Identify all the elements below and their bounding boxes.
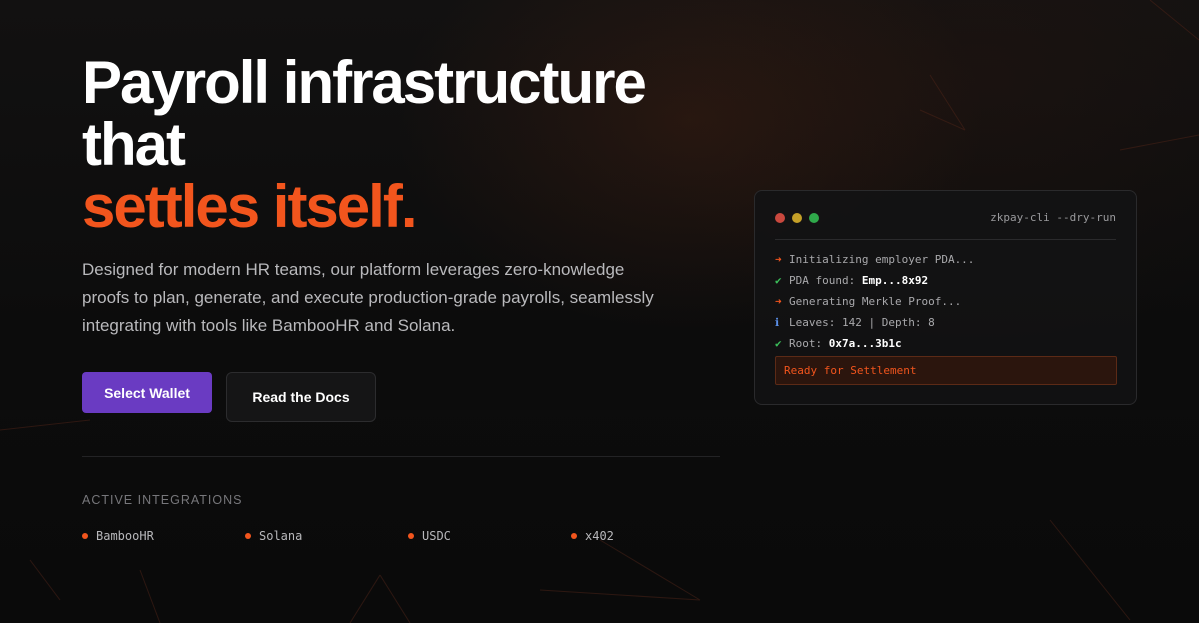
info-icon: ℹ [775, 316, 780, 329]
read-docs-button[interactable]: Read the Docs [226, 372, 376, 422]
terminal-text: PDA found: [789, 274, 862, 287]
section-divider [82, 456, 720, 457]
integration-usdc: USDC [408, 529, 451, 543]
terminal-window: zkpay-cli --dry-run ➜ Initializing employ… [754, 190, 1137, 405]
integration-label: BambooHR [96, 529, 154, 543]
terminal-value: 0x7a...3b1c [828, 337, 902, 350]
settlement-status-badge: Ready for Settlement [775, 356, 1117, 385]
terminal-line: ➜ Initializing employer PDA... [775, 253, 974, 266]
integration-x402: x402 [571, 529, 614, 543]
terminal-text: Generating Merkle Proof... [789, 295, 962, 308]
terminal-text: Initializing employer PDA... [789, 253, 975, 266]
status-dot-icon [245, 533, 251, 539]
status-dot-icon [82, 533, 88, 539]
arrow-icon: ➜ [775, 295, 782, 308]
terminal-text: Leaves: 142 | Depth: 8 [789, 316, 935, 329]
integration-solana: Solana [245, 529, 302, 543]
headline-line-2: that [82, 111, 186, 178]
terminal-text: Root: [789, 337, 829, 350]
status-dot-icon [571, 533, 577, 539]
terminal-header: zkpay-cli --dry-run [775, 191, 1116, 240]
headline-accent: settles itself. [82, 173, 418, 240]
check-icon: ✔ [775, 274, 782, 287]
integration-bamboohr: BambooHR [82, 529, 154, 543]
select-wallet-button[interactable]: Select Wallet [82, 372, 212, 413]
terminal-title: zkpay-cli --dry-run [990, 211, 1116, 224]
hero-subtitle: Designed for modern HR teams, our platfo… [82, 260, 654, 335]
integration-label: x402 [585, 529, 614, 543]
integration-label: Solana [259, 529, 303, 543]
headline-line-1: Payroll infrastructure [82, 49, 647, 116]
hero-headline: Payroll infrastructure that settles itse… [82, 52, 702, 238]
terminal-line: ℹ Leaves: 142 | Depth: 8 [775, 316, 935, 329]
integrations-heading: ACTIVE INTEGRATIONS [82, 493, 243, 507]
terminal-line: ✔ Root: 0x7a...3b1c [775, 337, 902, 350]
terminal-line: ➜ Generating Merkle Proof... [775, 295, 961, 308]
terminal-line: ✔ PDA found: Emp...8x92 [775, 274, 928, 287]
status-dot-icon [408, 533, 414, 539]
integration-label: USDC [422, 529, 451, 543]
terminal-value: Emp...8x92 [861, 274, 929, 287]
check-icon: ✔ [775, 337, 782, 350]
window-maximize-icon [809, 213, 819, 223]
window-minimize-icon [792, 213, 802, 223]
arrow-icon: ➜ [775, 253, 782, 266]
window-close-icon [775, 213, 785, 223]
